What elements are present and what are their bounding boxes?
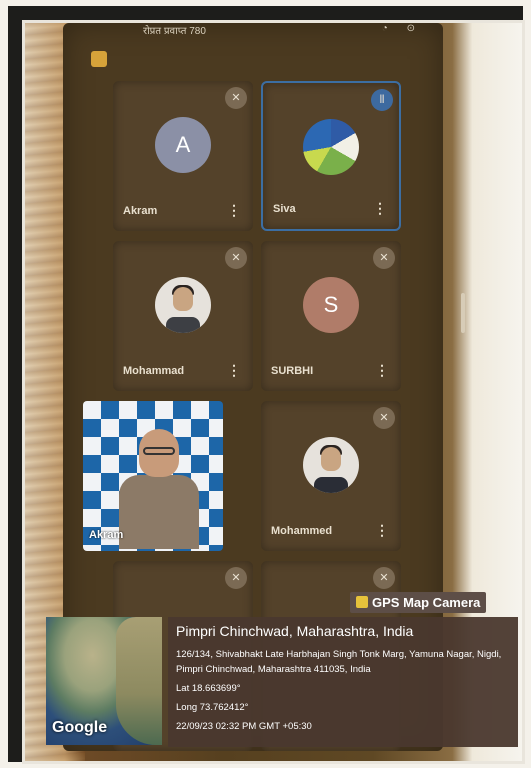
gps-app-label: GPS Map Camera bbox=[350, 592, 487, 613]
audio-wave-icon: ⦀ bbox=[371, 89, 393, 111]
google-logo: Google bbox=[52, 719, 108, 736]
status-bar: रोप्रत प्रवाप्त 780 ◔ ⊙ bbox=[63, 23, 443, 37]
glasses bbox=[143, 447, 175, 455]
avatar-body bbox=[314, 477, 348, 493]
video-feed bbox=[119, 429, 199, 549]
more-vert-icon[interactable]: ⋮ bbox=[227, 362, 241, 379]
more-vert-icon[interactable]: ⋮ bbox=[375, 522, 389, 539]
avatar bbox=[303, 437, 359, 493]
participant-tile-surbhi[interactable]: ✕ S SURBHI ⋮ bbox=[261, 241, 401, 391]
avatar-head bbox=[173, 287, 193, 311]
gps-app-name: GPS Map Camera bbox=[372, 595, 481, 610]
participant-tile-akram[interactable]: ✕ A Akram ⋮ bbox=[113, 81, 253, 231]
participant-tile-mohammed[interactable]: ✕ Mohammed ⋮ bbox=[261, 401, 401, 551]
participant-name: Mohammad bbox=[123, 365, 185, 377]
avatar-body bbox=[166, 317, 200, 333]
mic-off-icon: ✕ bbox=[373, 247, 395, 269]
map-landmass bbox=[116, 617, 162, 745]
participant-name: Siva bbox=[273, 203, 296, 215]
mic-off-icon: ✕ bbox=[225, 87, 247, 109]
participant-name: SURBHI bbox=[271, 365, 314, 377]
gps-info-panel: Pimpri Chinchwad, Maharashtra, India 126… bbox=[168, 617, 518, 747]
avatar bbox=[155, 277, 211, 333]
more-vert-icon[interactable]: ⋮ bbox=[375, 362, 389, 379]
status-time: रोप्रत प्रवाप्त 780 bbox=[143, 26, 206, 37]
participant-tile-mohammad[interactable]: ✕ Mohammad ⋮ bbox=[113, 241, 253, 391]
photo-background: रोप्रत प्रवाप्त 780 ◔ ⊙ ✕ A Akram ⋮ ⦀ Si… bbox=[25, 23, 522, 761]
more-vert-icon[interactable]: ⋮ bbox=[373, 200, 387, 217]
mic-off-icon: ✕ bbox=[373, 407, 395, 429]
participant-tile-siva[interactable]: ⦀ Siva ⋮ bbox=[261, 81, 401, 231]
participant-name: Akram bbox=[89, 529, 124, 541]
status-icons: ◔ ⊙ bbox=[381, 23, 423, 34]
mic-off-icon: ✕ bbox=[225, 567, 247, 589]
more-vert-icon[interactable]: ⋮ bbox=[227, 202, 241, 219]
print-frame: रोप्रत प्रवाप्त 780 ◔ ⊙ ✕ A Akram ⋮ ⦀ Si… bbox=[8, 6, 525, 764]
map-thumbnail: Google bbox=[46, 617, 162, 745]
location-address: 126/134, Shivabhakt Late Harbhajan Singh… bbox=[176, 649, 502, 675]
camera-icon bbox=[356, 596, 368, 608]
mic-off-icon: ✕ bbox=[373, 567, 395, 589]
longitude: Long 73.762412° bbox=[176, 702, 249, 713]
notification-badge-icon[interactable] bbox=[91, 51, 107, 67]
scrollbar[interactable] bbox=[461, 293, 465, 333]
participant-video-akram[interactable]: Akram bbox=[83, 401, 223, 551]
avatar: A bbox=[155, 117, 211, 173]
photo-frame: रोप्रत प्रवाप्त 780 ◔ ⊙ ✕ A Akram ⋮ ⦀ Si… bbox=[22, 20, 525, 764]
mic-off-icon: ✕ bbox=[225, 247, 247, 269]
participant-name: Mohammed bbox=[271, 525, 333, 537]
avatar bbox=[303, 119, 359, 175]
participant-name: Akram bbox=[123, 205, 158, 217]
video-body bbox=[119, 475, 199, 549]
location-title: Pimpri Chinchwad, Maharashtra, India bbox=[176, 623, 414, 639]
latitude: Lat 18.663699° bbox=[176, 683, 241, 694]
avatar: S bbox=[303, 277, 359, 333]
timestamp: 22/09/23 02:32 PM GMT +05:30 bbox=[176, 721, 312, 732]
avatar-head bbox=[321, 447, 341, 471]
